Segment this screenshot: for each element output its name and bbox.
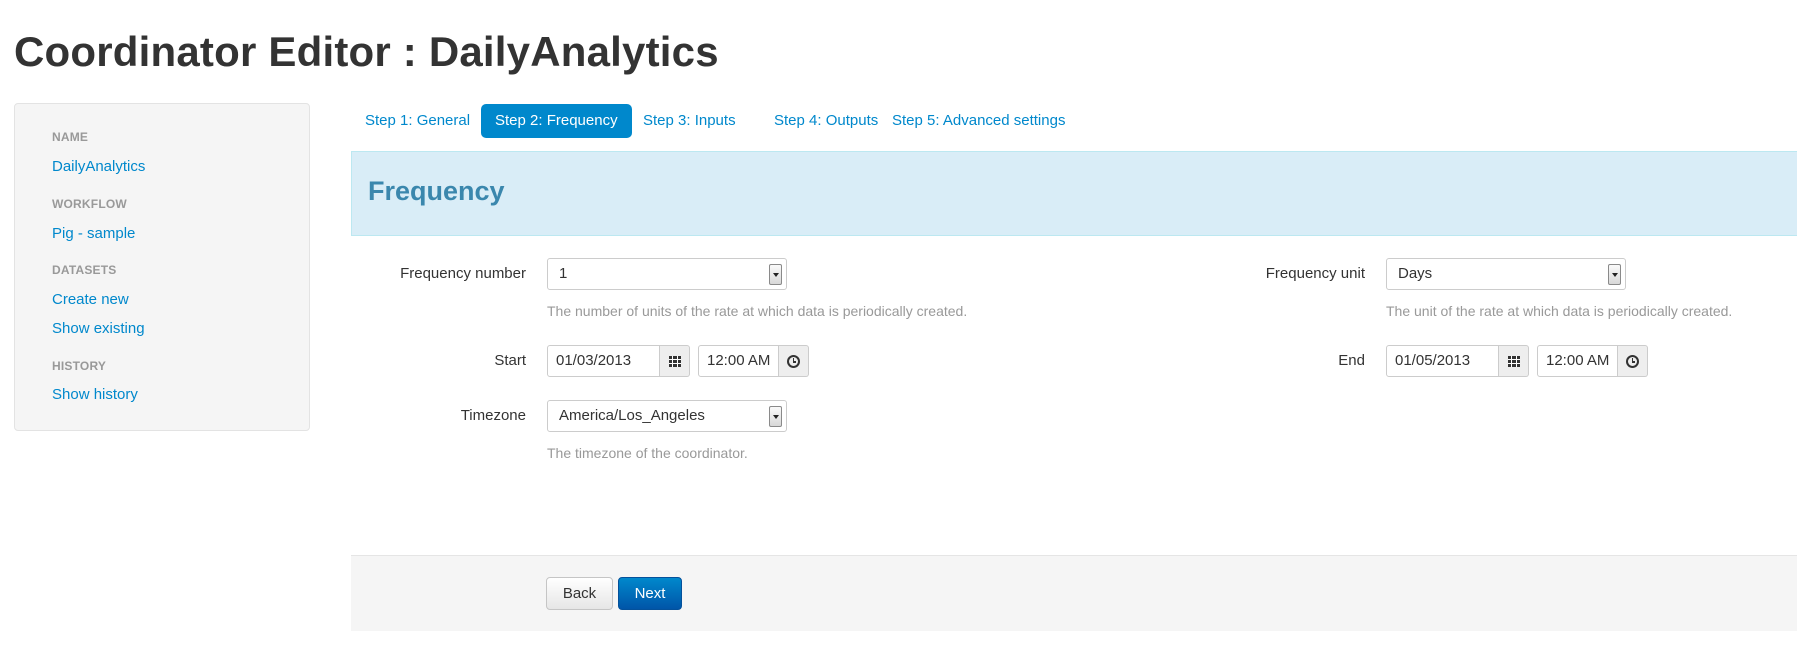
end-label: End bbox=[1338, 352, 1365, 369]
sidebar-heading-name: NAME bbox=[52, 130, 89, 144]
timezone-value: America/Los_Angeles bbox=[559, 407, 705, 424]
tab-step-outputs[interactable]: Step 4: Outputs bbox=[760, 104, 892, 138]
frequency-unit-help: The unit of the rate at which data is pe… bbox=[1386, 303, 1733, 319]
section-banner: Frequency bbox=[351, 151, 1797, 236]
clock-icon bbox=[1626, 355, 1639, 368]
sidebar-link-show-history[interactable]: Show history bbox=[52, 386, 138, 403]
start-date-input[interactable]: 01/03/2013 bbox=[547, 345, 660, 377]
calendar-icon bbox=[669, 356, 681, 367]
start-label: Start bbox=[494, 352, 526, 369]
frequency-unit-value: Days bbox=[1398, 265, 1433, 282]
chevron-down-icon bbox=[769, 264, 782, 285]
frequency-number-help: The number of units of the rate at which… bbox=[547, 303, 968, 319]
clock-icon bbox=[787, 355, 800, 368]
sidebar-heading-datasets: DATASETS bbox=[52, 263, 117, 277]
end-date-input[interactable]: 01/05/2013 bbox=[1386, 345, 1499, 377]
sidebar-link-create-new[interactable]: Create new bbox=[52, 291, 129, 308]
tab-step-frequency[interactable]: Step 2: Frequency bbox=[481, 104, 632, 138]
section-title: Frequency bbox=[368, 176, 505, 206]
frequency-unit-label: Frequency unit bbox=[1265, 265, 1365, 282]
tab-step-inputs[interactable]: Step 3: Inputs bbox=[629, 104, 750, 138]
end-time-input[interactable]: 12:00 AM bbox=[1537, 345, 1618, 377]
start-time-input[interactable]: 12:00 AM bbox=[698, 345, 779, 377]
sidebar-link-pig-sample[interactable]: Pig - sample bbox=[52, 225, 135, 242]
frequency-number-label: Frequency number bbox=[400, 265, 526, 282]
tab-step-general[interactable]: Step 1: General bbox=[351, 104, 484, 138]
back-button[interactable]: Back bbox=[546, 577, 613, 610]
form-actions: Back Next bbox=[351, 555, 1797, 631]
sidebar-heading-workflow: WORKFLOW bbox=[52, 197, 127, 211]
end-date-picker-button[interactable] bbox=[1499, 345, 1529, 377]
timezone-label: Timezone bbox=[460, 407, 526, 424]
sidebar-nav: NAME DailyAnalytics WORKFLOW Pig - sampl… bbox=[14, 103, 310, 431]
start-date-picker-button[interactable] bbox=[660, 345, 690, 377]
frequency-number-select[interactable]: 1 bbox=[547, 258, 787, 290]
page-title: Coordinator Editor : DailyAnalytics bbox=[14, 28, 719, 75]
start-time-picker-button[interactable] bbox=[779, 345, 809, 377]
end-time-picker-button[interactable] bbox=[1618, 345, 1648, 377]
sidebar-link-show-existing[interactable]: Show existing bbox=[52, 320, 145, 337]
calendar-icon bbox=[1508, 356, 1520, 367]
timezone-select[interactable]: America/Los_Angeles bbox=[547, 400, 787, 432]
next-button[interactable]: Next bbox=[618, 577, 682, 610]
frequency-number-value: 1 bbox=[559, 265, 568, 282]
tab-step-advanced-settings[interactable]: Step 5: Advanced settings bbox=[878, 104, 1079, 138]
sidebar-heading-history: HISTORY bbox=[52, 359, 107, 373]
sidebar-link-dailyanalytics[interactable]: DailyAnalytics bbox=[52, 158, 145, 175]
chevron-down-icon bbox=[1608, 264, 1621, 285]
chevron-down-icon bbox=[769, 406, 782, 427]
timezone-help: The timezone of the coordinator. bbox=[547, 445, 748, 461]
frequency-unit-select[interactable]: Days bbox=[1386, 258, 1626, 290]
